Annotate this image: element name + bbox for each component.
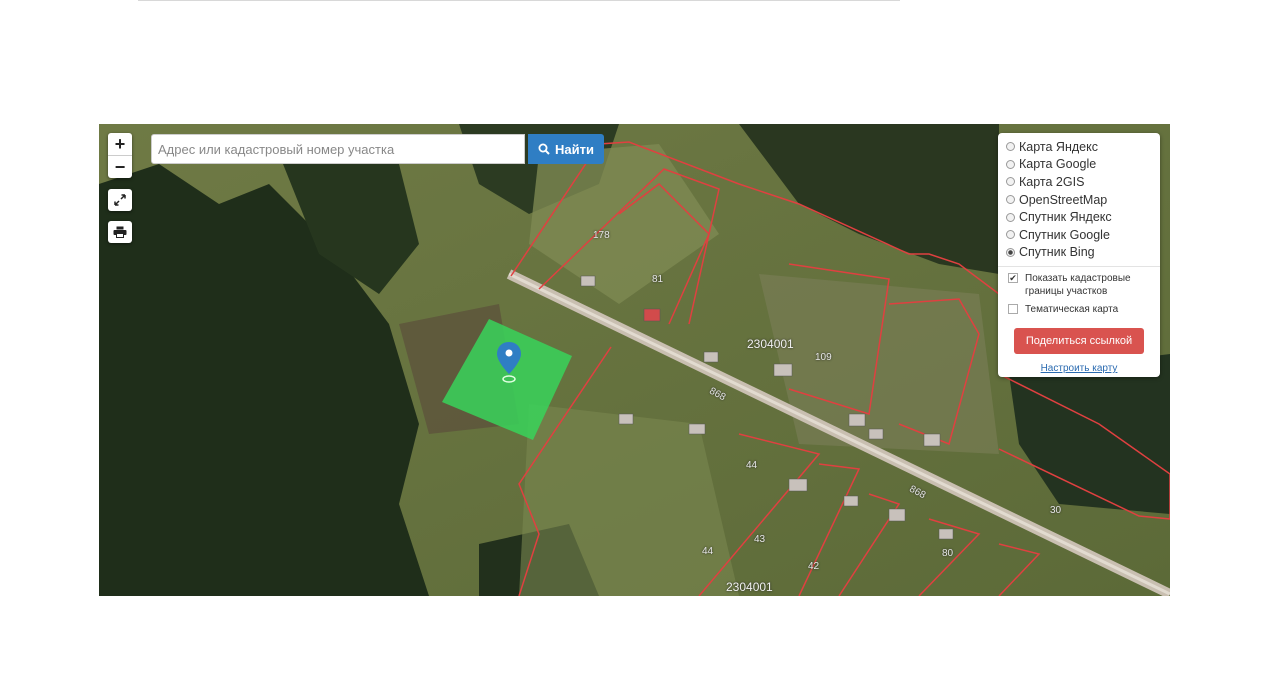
radio-button[interactable] bbox=[1006, 212, 1015, 222]
printer-icon bbox=[113, 226, 127, 238]
cadastral-borders-label: Показать кадастровые границы участков bbox=[1025, 273, 1131, 298]
search-icon bbox=[538, 143, 550, 155]
parcel-label: 44 bbox=[746, 460, 758, 471]
print-button[interactable] bbox=[108, 221, 132, 243]
layer-option-2gis-map[interactable]: Карта 2GIS bbox=[1006, 173, 1152, 191]
thematic-map-toggle[interactable]: Тематическая карта bbox=[1008, 303, 1152, 316]
parcel-label: 81 bbox=[652, 274, 664, 285]
parcel-label: 80 bbox=[942, 548, 954, 559]
layer-option-label: Спутник Яндекс bbox=[1019, 210, 1112, 225]
layer-option-yandex-satellite[interactable]: Спутник Яндекс bbox=[1006, 208, 1152, 226]
layer-option-label: Спутник Bing bbox=[1019, 245, 1095, 260]
cadastral-borders-toggle[interactable]: ✔ Показать кадастровые границы участков bbox=[1008, 272, 1152, 298]
layer-option-label: Карта Яндекс bbox=[1019, 139, 1098, 154]
radio-button-selected[interactable] bbox=[1006, 247, 1015, 257]
parcel-label: 30 bbox=[1050, 505, 1062, 516]
layer-option-label: Спутник Google bbox=[1019, 227, 1110, 242]
layer-option-osm[interactable]: OpenStreetMap bbox=[1006, 191, 1152, 209]
parcel-label: 44 bbox=[702, 546, 714, 557]
layer-option-bing-satellite[interactable]: Спутник Bing bbox=[1006, 244, 1152, 262]
divider bbox=[998, 266, 1160, 268]
layer-option-google-map[interactable]: Карта Google bbox=[1006, 156, 1152, 174]
zoom-in-button[interactable]: + bbox=[108, 133, 132, 155]
search-button-label: Найти bbox=[555, 141, 594, 157]
zoom-control: + − bbox=[108, 133, 132, 178]
parcel-label: 42 bbox=[808, 561, 820, 572]
search-button[interactable]: Найти bbox=[528, 134, 604, 164]
radio-button[interactable] bbox=[1006, 142, 1015, 152]
search-input[interactable] bbox=[151, 134, 525, 164]
top-divider bbox=[138, 0, 900, 1]
quarter-label: 2304001 bbox=[726, 580, 773, 594]
expand-icon bbox=[114, 194, 126, 206]
layer-option-label: Карта Google bbox=[1019, 157, 1097, 172]
parcel-label: 178 bbox=[593, 230, 610, 241]
checkbox[interactable] bbox=[1008, 304, 1018, 315]
parcel-label: 43 bbox=[754, 534, 766, 545]
radio-button[interactable] bbox=[1006, 177, 1015, 187]
layer-option-google-satellite[interactable]: Спутник Google bbox=[1006, 226, 1152, 244]
zoom-out-button[interactable]: − bbox=[108, 155, 132, 178]
layer-panel: Карта Яндекс Карта Google Карта 2GIS Ope… bbox=[998, 133, 1160, 377]
layer-option-yandex-map[interactable]: Карта Яндекс bbox=[1006, 138, 1152, 156]
share-link-button[interactable]: Поделиться ссылкой bbox=[1014, 328, 1144, 355]
configure-map-link[interactable]: Настроить карту bbox=[1006, 363, 1152, 374]
parcel-label: 109 bbox=[815, 352, 832, 363]
radio-button[interactable] bbox=[1006, 195, 1015, 205]
map-view[interactable]: 178 81 109 44 43 42 44 80 30 868 868 230… bbox=[99, 124, 1170, 596]
thematic-map-label: Тематическая карта bbox=[1025, 304, 1119, 316]
layer-option-label: OpenStreetMap bbox=[1019, 192, 1108, 207]
fullscreen-button[interactable] bbox=[108, 189, 132, 211]
checkbox-checked[interactable]: ✔ bbox=[1008, 273, 1018, 284]
radio-button[interactable] bbox=[1006, 230, 1015, 240]
layer-option-label: Карта 2GIS bbox=[1019, 174, 1085, 189]
quarter-label: 2304001 bbox=[747, 337, 794, 351]
radio-button[interactable] bbox=[1006, 159, 1015, 169]
